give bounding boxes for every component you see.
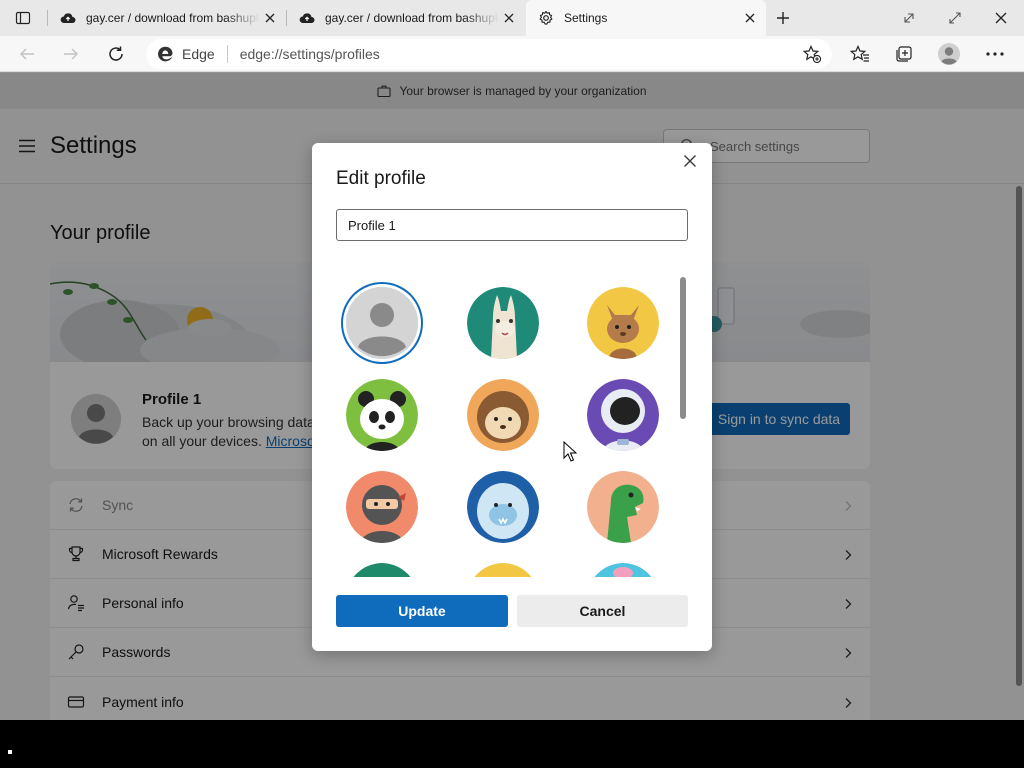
- upload-cloud-icon: [60, 10, 76, 26]
- navigation-toolbar: Edge edge://settings/profiles: [0, 36, 1024, 72]
- mouse-cursor: [563, 440, 578, 468]
- tab-bashupload-2[interactable]: gay.cer / download from bashupload: [287, 0, 525, 36]
- tab-actions-icon[interactable]: [10, 6, 36, 30]
- favorites-icon[interactable]: [847, 42, 873, 66]
- collections-icon[interactable]: [891, 42, 917, 66]
- tab-title: gay.cer / download from bashupload: [325, 11, 499, 25]
- close-tab-icon[interactable]: [742, 10, 758, 26]
- close-tab-icon[interactable]: [262, 10, 278, 26]
- new-tab-button[interactable]: [770, 6, 796, 30]
- browser-label: Edge: [182, 46, 215, 62]
- cancel-button[interactable]: Cancel: [517, 595, 688, 627]
- avatar-option-llama[interactable]: [467, 287, 539, 359]
- avatar-option-default[interactable]: [346, 287, 418, 359]
- restore-window-icon[interactable]: [896, 6, 922, 30]
- forward-button[interactable]: [58, 42, 84, 66]
- edge-logo-icon: [156, 45, 174, 63]
- address-bar[interactable]: Edge edge://settings/profiles: [146, 39, 832, 69]
- more-menu-icon[interactable]: [982, 42, 1008, 66]
- avatar-option-dinosaur[interactable]: [587, 471, 659, 543]
- browser-window: gay.cer / download from bashupload gay.c…: [0, 0, 1024, 720]
- profile-name-field[interactable]: [336, 209, 688, 241]
- avatar-option-11[interactable]: [467, 563, 539, 577]
- avatar-picker: [336, 277, 688, 577]
- tab-bashupload-1[interactable]: gay.cer / download from bashupload: [48, 0, 286, 36]
- tab-title: gay.cer / download from bashupload: [86, 11, 260, 25]
- tab-title: Settings: [564, 11, 608, 25]
- tab-settings[interactable]: Settings: [526, 0, 766, 36]
- profile-avatar-button[interactable]: [936, 42, 962, 66]
- gear-icon: [538, 10, 554, 26]
- avatar-option-ninja[interactable]: [346, 471, 418, 543]
- taskbar-indicator: [8, 750, 12, 754]
- avatar-option-yeti[interactable]: [467, 471, 539, 543]
- dialog-title: Edit profile: [336, 168, 426, 189]
- maximize-window-icon[interactable]: [942, 6, 968, 30]
- avatar-option-panda[interactable]: [346, 379, 418, 451]
- url-text[interactable]: edge://settings/profiles: [240, 46, 380, 62]
- refresh-button[interactable]: [103, 42, 129, 66]
- close-window-icon[interactable]: [988, 6, 1014, 30]
- tab-strip: gay.cer / download from bashupload gay.c…: [0, 0, 1024, 36]
- avatar-option-10[interactable]: [346, 563, 418, 577]
- upload-cloud-icon: [299, 10, 315, 26]
- edit-profile-dialog: Edit profile Profile 1 Update Cancel: [312, 143, 712, 651]
- close-icon[interactable]: [682, 153, 698, 169]
- avatar-option-12[interactable]: [587, 563, 659, 577]
- avatar-option-cat[interactable]: [587, 287, 659, 359]
- avatar-option-hedgehog[interactable]: [467, 379, 539, 451]
- back-button[interactable]: [14, 42, 40, 66]
- avatar-option-astronaut[interactable]: [587, 379, 659, 451]
- close-tab-icon[interactable]: [501, 10, 517, 26]
- avatar-scrollbar-thumb[interactable]: [680, 277, 686, 419]
- add-favorite-icon[interactable]: [799, 42, 825, 66]
- update-button[interactable]: Update: [336, 595, 508, 627]
- address-divider: [226, 45, 228, 63]
